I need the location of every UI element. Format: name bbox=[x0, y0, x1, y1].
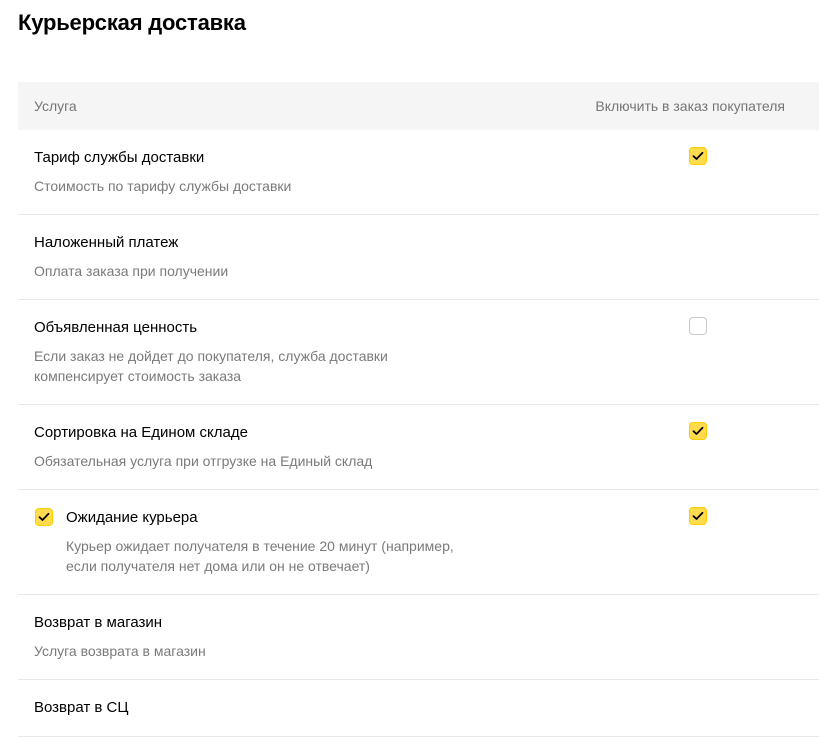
table-header: Услуга Включить в заказ покупателя bbox=[18, 82, 819, 130]
service-row-sorting-warehouse: Сортировка на Едином складе Обязательная… bbox=[18, 405, 819, 490]
include-checkbox[interactable] bbox=[689, 317, 707, 335]
service-row-cash-on-delivery: Наложенный платеж Оплата заказа при полу… bbox=[18, 215, 819, 300]
checkmark-icon bbox=[38, 512, 50, 521]
service-row-declared-value: Объявленная ценность Если заказ не дойде… bbox=[18, 300, 819, 405]
row-text: Возврат в магазин Услуга возврата в мага… bbox=[18, 595, 819, 679]
row-text: Ожидание курьера Курьер ожидает получате… bbox=[18, 490, 819, 594]
header-service: Услуга bbox=[34, 98, 77, 114]
services-table: Услуга Включить в заказ покупателя Тариф… bbox=[18, 82, 819, 737]
service-description: Обязательная услуга при отгрузке на Един… bbox=[34, 453, 373, 469]
description-line: компенсирует стоимость заказа bbox=[34, 368, 242, 384]
row-text: Тариф службы доставки Стоимость по тариф… bbox=[18, 130, 819, 214]
service-row-return-to-sc: Возврат в СЦ bbox=[18, 680, 819, 737]
service-name: Возврат в СЦ bbox=[34, 699, 129, 716]
header-include-in-order: Включить в заказ покупателя bbox=[595, 98, 785, 114]
row-text: Наложенный платеж Оплата заказа при полу… bbox=[18, 215, 819, 299]
include-checkbox[interactable] bbox=[689, 147, 707, 165]
service-name: Возврат в магазин bbox=[34, 614, 163, 631]
service-description: Оплата заказа при получении bbox=[34, 263, 229, 279]
checkmark-icon bbox=[692, 426, 704, 435]
service-description: Стоимость по тарифу службы доставки bbox=[34, 178, 292, 194]
description-line: Курьер ожидает получателя в течение 20 м… bbox=[66, 538, 454, 554]
row-text: Объявленная ценность Если заказ не дойде… bbox=[18, 300, 819, 404]
include-checkbox[interactable] bbox=[689, 507, 707, 525]
service-description: Если заказ не дойдет до покупателя, служ… bbox=[34, 346, 819, 386]
checkmark-icon bbox=[692, 151, 704, 160]
service-row-courier-waiting: Ожидание курьера Курьер ожидает получате… bbox=[18, 490, 819, 595]
page-title: Курьерская доставка bbox=[18, 10, 246, 35]
description-line: Если заказ не дойдет до покупателя, служ… bbox=[34, 348, 388, 364]
row-text: Возврат в СЦ bbox=[18, 680, 819, 736]
row-text: Сортировка на Едином складе Обязательная… bbox=[18, 405, 819, 489]
service-enable-checkbox[interactable] bbox=[35, 508, 53, 526]
service-name: Наложенный платеж bbox=[34, 234, 179, 251]
service-description: Услуга возврата в магазин bbox=[34, 643, 206, 659]
description-line: если получателя нет дома или он не отвеч… bbox=[66, 558, 370, 574]
checkmark-icon bbox=[692, 511, 704, 520]
service-row-return-to-store: Возврат в магазин Услуга возврата в мага… bbox=[18, 595, 819, 680]
service-description: Курьер ожидает получателя в течение 20 м… bbox=[66, 536, 819, 576]
service-row-delivery-tariff: Тариф службы доставки Стоимость по тариф… bbox=[18, 130, 819, 215]
include-checkbox[interactable] bbox=[689, 422, 707, 440]
